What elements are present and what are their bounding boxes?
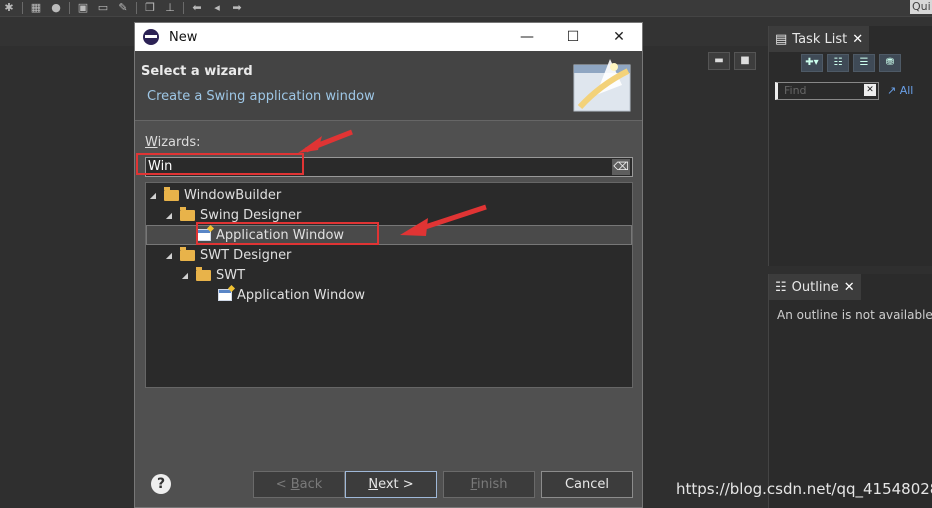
back-icon[interactable]: ⬅ — [190, 2, 204, 14]
tab-outline[interactable]: ☷ Outline ✕ — [769, 274, 861, 300]
back-rest: ack — [299, 477, 323, 492]
wizards-label-rest: izards: — [157, 135, 201, 150]
toolbar-separator — [22, 2, 23, 14]
new-wizard-dialog: New — ☐ ✕ Select a wizard Create a Swing… — [134, 22, 643, 508]
application-window-icon — [218, 289, 232, 301]
window-controls: — ☐ ✕ — [504, 23, 642, 51]
folder-open-icon — [196, 266, 211, 281]
folder-open-icon — [180, 246, 195, 261]
filter-icon[interactable]: ☰ — [853, 54, 875, 72]
quick-access-field[interactable]: Qui — [910, 0, 932, 14]
next-button[interactable]: Next > — [345, 471, 437, 498]
tree-item-swt[interactable]: ◢ SWT — [146, 265, 632, 285]
maximize-button[interactable]: ☐ — [550, 23, 596, 51]
wizards-mnemonic: W — [145, 135, 158, 150]
main-toolbar: ✱ ▦ ● ▣ ▭ ✎ ❐ ⊥ ⬅ ◂ ➡ Qui — [0, 0, 932, 16]
expand-icon[interactable]: ◢ — [148, 191, 158, 200]
toolbar-separator — [183, 2, 184, 14]
finish-button[interactable]: Finish — [443, 471, 535, 498]
header-title: Select a wizard — [141, 64, 253, 79]
forward-icon[interactable]: ➡ — [230, 2, 244, 14]
tree-item-label: Application Window — [237, 287, 366, 303]
dialog-title: New — [169, 29, 198, 45]
header-subtitle: Create a Swing application window — [147, 89, 375, 104]
wizard-header: Select a wizard Create a Swing applicati… — [135, 51, 642, 121]
tree-item-label: WindowBuilder — [184, 187, 282, 203]
all-link[interactable]: ↗ All — [887, 84, 913, 97]
back-prefix: < — [275, 477, 291, 492]
eclipse-logo-icon — [143, 29, 159, 45]
tab-label: Task List — [792, 31, 848, 47]
tree-item-label: SWT — [216, 267, 246, 283]
expand-icon[interactable]: ◢ — [164, 211, 174, 220]
task-list-panel: ▤ Task List ✕ ✚▾ ☷ ☰ ⛃ Find ✕ ↗ All — [768, 26, 932, 266]
watermark: https://blog.csdn.net/qq_41548028 — [676, 480, 932, 498]
new-project-icon[interactable]: ▣ — [76, 2, 90, 14]
tab-task-list[interactable]: ▤ Task List ✕ — [769, 26, 870, 52]
clear-icon[interactable]: ✕ — [864, 84, 876, 96]
annotation-box-application-window — [196, 222, 379, 245]
clear-filter-icon[interactable]: ⌫ — [612, 159, 630, 175]
close-icon[interactable]: ✕ — [852, 32, 863, 47]
annotation-box-filter — [136, 153, 304, 175]
cancel-button[interactable]: Cancel — [541, 471, 633, 498]
wizard-banner-icon — [573, 59, 631, 112]
view-controls: ▬ ■ — [708, 52, 756, 72]
dialog-titlebar[interactable]: New — ☐ ✕ — [135, 23, 642, 51]
all-label: All — [899, 84, 914, 97]
sync-icon[interactable]: ⛃ — [879, 54, 901, 72]
expand-icon[interactable]: ◢ — [164, 251, 174, 260]
expand-icon[interactable]: ◢ — [180, 271, 190, 280]
tree-item-windowbuilder[interactable]: ◢ WindowBuilder — [146, 185, 632, 205]
minimize-view-icon[interactable]: ▬ — [708, 52, 730, 70]
tree-item-swt-designer[interactable]: ◢ SWT Designer — [146, 245, 632, 265]
wizards-label: Wizards: — [145, 135, 201, 150]
tree-item-label: SWT Designer — [200, 247, 292, 263]
run-icon[interactable]: ● — [49, 2, 63, 14]
close-icon[interactable]: ✕ — [844, 280, 855, 295]
find-input[interactable]: Find ✕ — [775, 82, 879, 100]
next-mnemonic: N — [368, 477, 379, 492]
minimize-button[interactable]: — — [504, 23, 550, 51]
task-list-icon: ▤ — [775, 31, 788, 47]
tree-item-label: Swing Designer — [200, 207, 302, 223]
toolbar-separator — [136, 2, 137, 14]
tab-label: Outline — [791, 279, 839, 295]
toolbar-separator — [69, 2, 70, 14]
folder-open-icon — [180, 206, 195, 221]
copy-icon[interactable]: ❐ — [143, 2, 157, 14]
find-placeholder: Find — [784, 84, 807, 97]
back-button[interactable]: < Back — [253, 471, 345, 498]
help-button[interactable]: ? — [151, 474, 171, 494]
pin-icon[interactable]: ⊥ — [163, 2, 177, 14]
brush-icon[interactable]: ✎ — [116, 2, 130, 14]
outline-message: An outline is not available. — [777, 308, 932, 322]
wizard-tree: ◢ WindowBuilder ◢ Swing Designer Applica… — [145, 182, 633, 388]
back-mnemonic: B — [290, 477, 300, 492]
package-icon[interactable]: ▦ — [29, 2, 43, 14]
finish-rest: inish — [477, 477, 508, 492]
task-list-toolbar: ✚▾ ☷ ☰ ⛃ — [801, 54, 901, 72]
bug-icon[interactable]: ✱ — [2, 2, 16, 14]
folder-open-icon — [164, 186, 179, 201]
close-button[interactable]: ✕ — [596, 23, 642, 51]
outline-panel: ☷ Outline ✕ An outline is not available. — [768, 274, 932, 508]
new-task-icon[interactable]: ✚▾ — [801, 54, 823, 72]
next-rest: ext > — [378, 477, 414, 492]
back-dropdown-icon[interactable]: ◂ — [210, 2, 224, 14]
tree-item-swt-application-window[interactable]: Application Window — [146, 285, 632, 305]
open-folder-icon[interactable]: ▭ — [96, 2, 110, 14]
outline-icon: ☷ — [775, 279, 787, 295]
categorize-icon[interactable]: ☷ — [827, 54, 849, 72]
maximize-view-icon[interactable]: ■ — [734, 52, 756, 70]
